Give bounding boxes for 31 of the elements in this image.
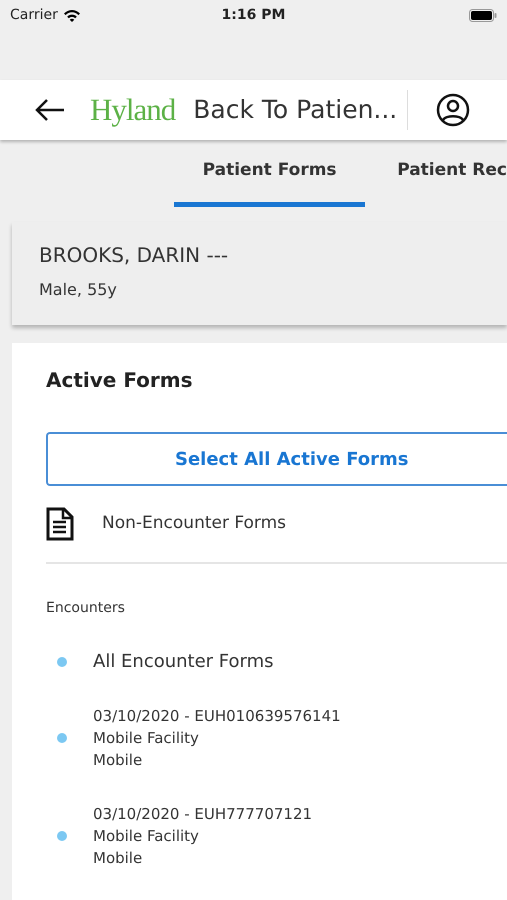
encounter-text: 03/10/2020 - EUH010639576141 (93, 706, 341, 727)
patient-name: BROOKS, DARIN --- (39, 242, 230, 269)
document-icon (46, 507, 74, 541)
encounter-text: Mobile Facility (93, 728, 200, 749)
account-icon[interactable] (436, 93, 470, 127)
status-dot (57, 657, 67, 667)
tab[interactable]: Patient Forms (174, 140, 366, 207)
status-dot (57, 831, 67, 841)
back-arrow-icon[interactable] (34, 98, 66, 122)
clock: 1:16 PM (222, 6, 286, 25)
list-item[interactable]: Non-Encounter Forms (46, 486, 507, 564)
select-all-button[interactable]: Select All Active Forms (46, 432, 507, 486)
status-dot (57, 733, 67, 743)
battery-icon (469, 8, 497, 22)
back-link[interactable]: Back To Patien... (193, 91, 398, 129)
section-heading: Encounters (46, 599, 126, 618)
logo: Hyland (90, 90, 176, 129)
encounter-item[interactable]: All Encounter Forms (46, 651, 507, 673)
encounter-text: 03/10/2020 - EUH777707121 (93, 804, 312, 825)
wifi-icon (62, 8, 81, 22)
encounter-text: Mobile (93, 750, 144, 771)
encounter-text: Mobile (93, 848, 144, 869)
encounter-text: All Encounter Forms (93, 651, 274, 673)
section-heading: Active Forms (46, 367, 194, 394)
encounter-text: Mobile Facility (93, 826, 200, 847)
tab[interactable]: Patient Rec (397, 140, 507, 207)
list-item-label: Non-Encounter Forms (102, 512, 286, 536)
carrier-name: Carrier (10, 6, 58, 24)
encounter-item[interactable]: 03/10/2020 - EUH777707121 Mobile Facility Mobile (46, 803, 507, 869)
encounter-item[interactable]: 03/10/2020 - EUH010639576141 Mobile Facility Mobile (46, 705, 507, 771)
patient-details: Male, 55y (39, 279, 118, 301)
